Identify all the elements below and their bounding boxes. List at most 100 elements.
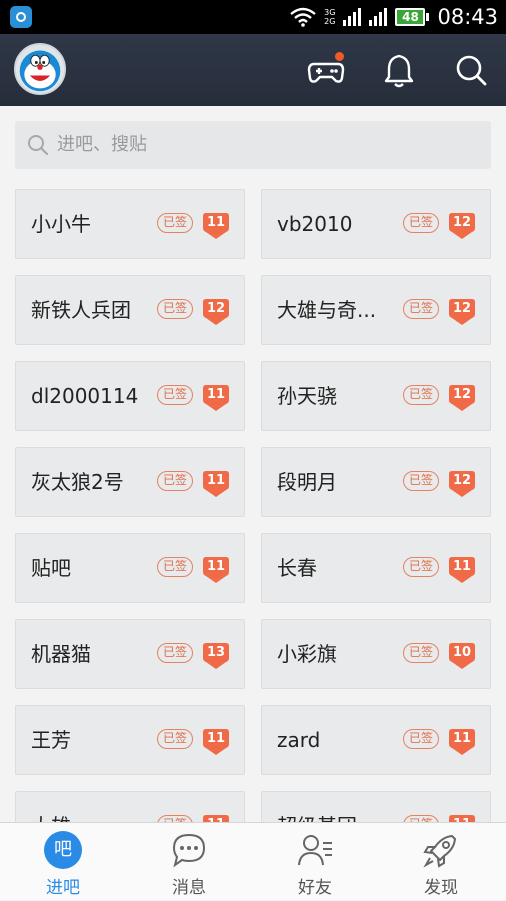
status-bar: 3G 2G 48 08:43	[0, 0, 506, 34]
signed-in-stamp: 已签	[157, 213, 193, 233]
signed-in-stamp: 已签	[157, 385, 193, 405]
level-number: 11	[452, 731, 472, 746]
tab-label: 消息	[172, 878, 206, 898]
notifications-button[interactable]	[379, 50, 419, 90]
battery-icon: 48	[395, 8, 430, 26]
level-badge: 11	[201, 212, 231, 240]
battery-level: 48	[397, 10, 424, 24]
level-number: 12	[452, 473, 472, 488]
signed-in-stamp: 已签	[403, 385, 439, 405]
level-number: 11	[206, 387, 226, 402]
signed-in-stamp: 已签	[157, 815, 193, 822]
forum-name: 灰太狼2号	[31, 470, 124, 494]
forum-name: dl2000114	[31, 384, 139, 408]
rocket-icon	[423, 835, 456, 868]
forum-card[interactable]: 长春 已签 11	[261, 533, 491, 603]
signed-in-stamp: 已签	[403, 729, 439, 749]
forum-card[interactable]: 贴吧 已签 11	[15, 533, 245, 603]
forum-name: 新铁人兵团	[31, 298, 131, 322]
forum-name: 超级基团	[277, 792, 357, 822]
forum-grid: 小小牛 已签 11 vb2010 已签 12 新铁人兵团 已签 12 大雄与奇... 已签 12 dl2…	[15, 189, 491, 822]
forum-card[interactable]: 段明月 已签 12	[261, 447, 491, 517]
signal-icon-2	[369, 8, 388, 26]
tab-messages[interactable]: 消息	[126, 823, 252, 901]
level-number: 11	[206, 559, 226, 574]
app-notification-icon	[10, 6, 32, 28]
level-badge: 12	[447, 212, 477, 240]
search-button[interactable]	[451, 50, 491, 90]
level-number: 12	[452, 215, 472, 230]
signed-in-stamp: 已签	[157, 729, 193, 749]
network-type: 3G 2G	[324, 8, 336, 26]
avatar[interactable]	[14, 43, 66, 95]
clock: 08:43	[437, 5, 498, 29]
search-input[interactable]: 进吧、搜贴	[15, 121, 491, 169]
tab-label: 发现	[424, 878, 458, 898]
level-number: 13	[206, 645, 226, 660]
signed-in-stamp: 已签	[403, 557, 439, 577]
search-placeholder: 进吧、搜贴	[57, 134, 147, 155]
forum-card[interactable]: zard 已签 11	[261, 705, 491, 775]
signed-in-stamp: 已签	[157, 643, 193, 663]
search-icon	[28, 135, 49, 156]
doraemon-avatar-icon	[19, 50, 61, 92]
tab-label: 好友	[298, 878, 332, 898]
forum-name: zard	[277, 728, 321, 752]
level-badge: 11	[201, 814, 231, 822]
forum-name: 机器猫	[31, 642, 91, 666]
forum-card[interactable]: dl2000114 已签 11	[15, 361, 245, 431]
forum-name: 小小牛	[31, 212, 91, 236]
forum-card[interactable]: 小彩旗 已签 10	[261, 619, 491, 689]
level-badge: 13	[201, 642, 231, 670]
level-badge: 11	[447, 814, 477, 822]
level-badge: 12	[447, 298, 477, 326]
forum-card[interactable]: 大雄已签 11	[15, 791, 245, 822]
level-number: 12	[452, 301, 472, 316]
forum-card[interactable]: 孙天骁 已签 12	[261, 361, 491, 431]
game-center-button[interactable]	[306, 50, 346, 90]
search-icon	[456, 55, 487, 86]
level-badge: 11	[201, 556, 231, 584]
tab-label: 进吧	[46, 878, 80, 898]
level-badge: 11	[201, 728, 231, 756]
forum-card[interactable]: 大雄与奇... 已签 12	[261, 275, 491, 345]
notification-dot	[335, 52, 344, 61]
tab-friends[interactable]: 好友	[252, 823, 378, 901]
forum-name: 小彩旗	[277, 642, 337, 666]
tab-jinba[interactable]: 吧 进吧	[0, 823, 126, 901]
top-nav	[0, 34, 506, 106]
forum-name: 段明月	[277, 470, 337, 494]
level-number: 11	[206, 731, 226, 746]
level-number: 12	[206, 301, 226, 316]
level-badge: 11	[201, 470, 231, 498]
level-badge: 10	[447, 642, 477, 670]
forum-card[interactable]: 王芳 已签 11	[15, 705, 245, 775]
forum-card[interactable]: 新铁人兵团 已签 12	[15, 275, 245, 345]
forum-name: 贴吧	[31, 556, 71, 580]
forum-name: vb2010	[277, 212, 353, 236]
forum-card[interactable]: 灰太狼2号 已签 11	[15, 447, 245, 517]
bottom-tab-bar: 吧 进吧 消息 好友 发现	[0, 822, 506, 900]
forum-name: 王芳	[31, 728, 71, 752]
signed-in-stamp: 已签	[403, 815, 439, 822]
forum-card[interactable]: 小小牛 已签 11	[15, 189, 245, 259]
forum-name: 大雄	[31, 792, 71, 822]
signed-in-stamp: 已签	[403, 213, 439, 233]
level-number: 11	[206, 473, 226, 488]
tab-discover[interactable]: 发现	[378, 823, 504, 901]
friends-icon	[298, 835, 332, 866]
level-number: 11	[206, 215, 226, 230]
level-number: 11	[452, 559, 472, 574]
wifi-icon	[290, 7, 316, 27]
signed-in-stamp: 已签	[157, 471, 193, 491]
level-number: 10	[452, 645, 472, 660]
signal-icon	[343, 8, 362, 26]
forum-card[interactable]: 超级基团已签 11	[261, 791, 491, 822]
forum-name: 孙天骁	[277, 384, 337, 408]
forum-card[interactable]: 机器猫 已签 13	[15, 619, 245, 689]
signed-in-stamp: 已签	[403, 471, 439, 491]
level-number: 12	[452, 387, 472, 402]
forum-name: 大雄与奇...	[277, 298, 377, 322]
forum-card[interactable]: vb2010 已签 12	[261, 189, 491, 259]
bell-icon	[384, 54, 414, 88]
